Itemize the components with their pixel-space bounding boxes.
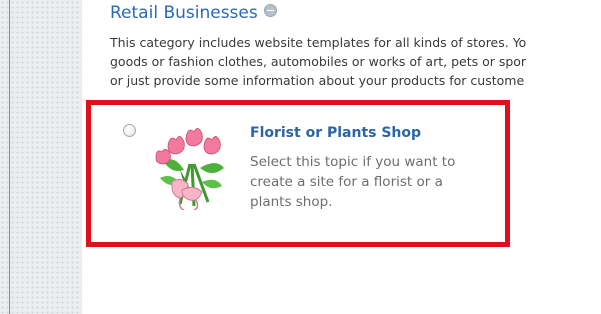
frame-border (9, 0, 10, 314)
category-description-line: goods or fashion clothes, automobiles or… (110, 54, 527, 69)
option-description-line: create a site for a florist or a (250, 174, 443, 190)
flower-bouquet-icon (155, 128, 224, 210)
option-description: Select this topic if you want to create … (250, 152, 490, 212)
option-description-line: plants shop. (250, 194, 333, 210)
topic-radio[interactable] (123, 124, 136, 137)
category-description: This category includes website templates… (110, 33, 601, 90)
category-description-line: This category includes website templates… (110, 35, 527, 50)
category-description-line: or just provide some information about y… (110, 73, 525, 88)
left-sidebar (0, 0, 82, 314)
category-title[interactable]: Retail Businesses (110, 3, 258, 23)
option-description-line: Select this topic if you want to (250, 154, 456, 170)
option-title[interactable]: Florist or Plants Shop (250, 125, 421, 141)
collapse-icon[interactable] (263, 4, 277, 17)
category-header[interactable]: Retail Businesses (110, 2, 277, 24)
